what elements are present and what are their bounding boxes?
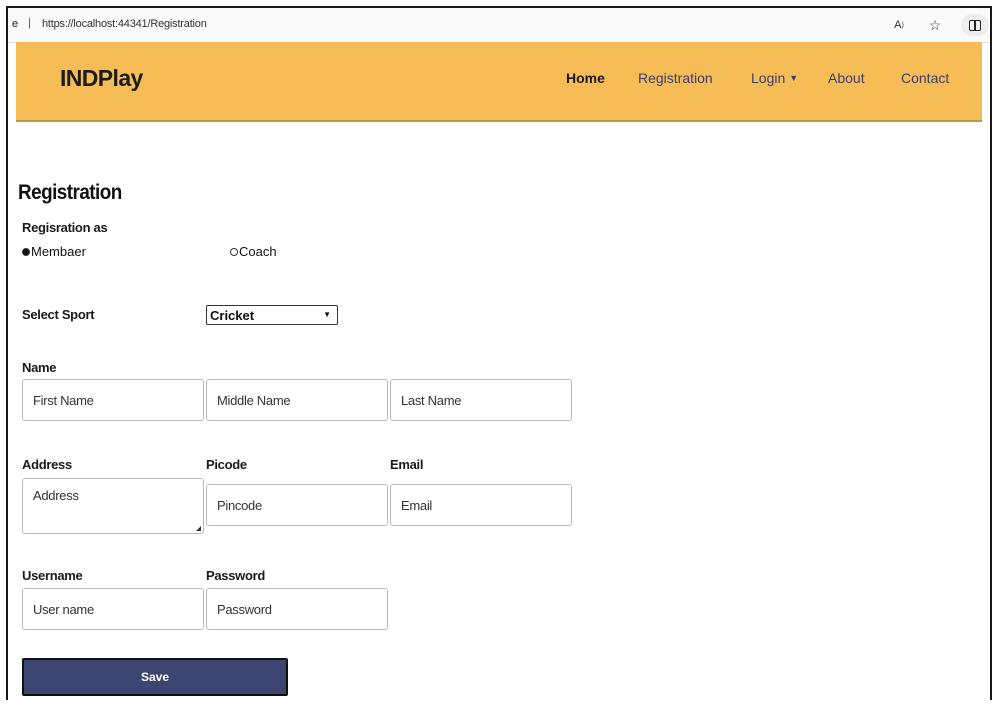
radio-coach[interactable]: Coach — [230, 244, 277, 259]
password-label: Password — [206, 568, 266, 583]
favorite-star-icon[interactable]: ☆ — [924, 14, 946, 36]
last-name-input[interactable]: Last Name — [390, 379, 572, 421]
split-screen-icon[interactable] — [961, 14, 989, 36]
url-text[interactable]: https://localhost:44341/Registration — [42, 18, 207, 30]
radio-member-dot[interactable] — [22, 247, 30, 256]
middle-name-placeholder: Middle Name — [217, 392, 291, 408]
registration-as-label: Regisration as — [22, 220, 108, 235]
pincode-label: Picode — [206, 457, 247, 472]
address-textarea[interactable]: Address — [22, 478, 204, 534]
browser-window: e | https://localhost:44341/Registration… — [6, 6, 992, 700]
chevron-down-icon: ▼ — [789, 73, 799, 83]
resize-handle-icon[interactable] — [196, 526, 201, 531]
radio-coach-label: Coach — [239, 244, 277, 259]
username-label: Username — [22, 568, 83, 583]
email-placeholder: Email — [401, 497, 433, 513]
password-placeholder: Password — [217, 601, 272, 617]
read-aloud-icon[interactable]: A) — [888, 14, 910, 36]
nav-login-label: Login — [751, 70, 786, 86]
top-navbar: INDPlay Home Registration Login ▼ About C… — [16, 42, 982, 122]
middle-name-input[interactable]: Middle Name — [206, 379, 388, 421]
email-label: Email — [390, 457, 424, 472]
nav-home[interactable]: Home — [566, 70, 605, 86]
address-separator: | — [28, 17, 31, 29]
pincode-placeholder: Pincode — [217, 497, 262, 513]
last-name-placeholder: Last Name — [401, 392, 462, 408]
brand-logo[interactable]: INDPlay — [60, 65, 143, 92]
save-button-label: Save — [140, 670, 170, 684]
radio-member-label: Membaer — [31, 244, 86, 259]
radio-coach-dot[interactable] — [230, 247, 238, 256]
address-label: Address — [22, 457, 72, 472]
pincode-input[interactable]: Pincode — [206, 484, 388, 526]
nav-registration[interactable]: Registration — [638, 70, 713, 86]
radio-member[interactable]: Membaer — [22, 244, 86, 259]
name-label: Name — [22, 360, 57, 375]
nav-about[interactable]: About — [828, 70, 865, 86]
email-input[interactable]: Email — [390, 484, 572, 526]
nav-contact[interactable]: Contact — [901, 70, 949, 86]
password-input[interactable]: Password — [206, 588, 388, 630]
address-placeholder: Address — [33, 488, 79, 503]
save-button[interactable]: Save — [22, 658, 288, 696]
sport-select-value: Cricket — [210, 307, 255, 323]
browser-address-bar: e | https://localhost:44341/Registration… — [8, 8, 990, 43]
username-placeholder: User name — [33, 601, 94, 617]
browser-prefix: e — [12, 18, 19, 30]
username-input[interactable]: User name — [22, 588, 204, 630]
select-arrow-icon: ▼ — [323, 310, 331, 319]
sport-select[interactable]: Cricket ▼ — [206, 305, 338, 325]
first-name-input[interactable]: First Name — [22, 379, 204, 421]
first-name-placeholder: First Name — [33, 392, 94, 408]
nav-login-dropdown[interactable]: Login ▼ — [751, 70, 798, 86]
select-sport-label: Select Sport — [22, 307, 95, 322]
page-title: Registration — [18, 181, 122, 204]
